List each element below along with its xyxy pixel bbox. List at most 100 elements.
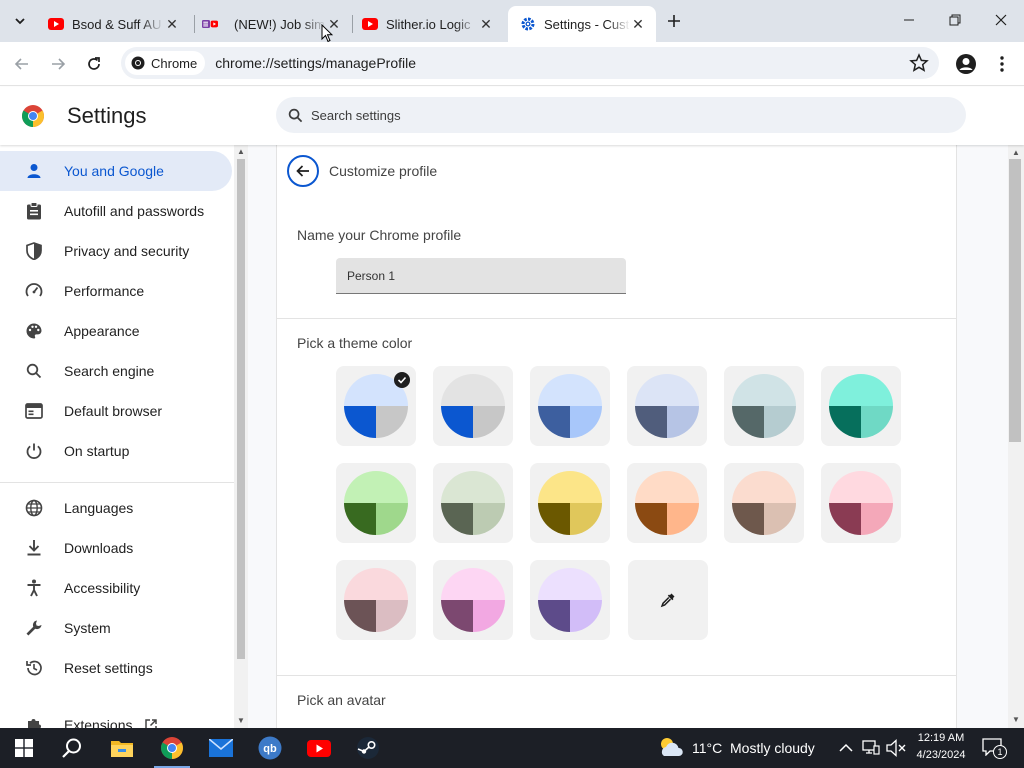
site-info-chip[interactable]: Chrome: [125, 51, 206, 75]
tab-bsod[interactable]: Bsod & Suff AU ✕: [36, 6, 190, 42]
sidebar-item-downloads[interactable]: Downloads: [0, 528, 232, 568]
folder-icon: [111, 741, 133, 757]
weather-condition[interactable]: Mostly cloudy: [730, 740, 815, 756]
theme-swatch-sage[interactable]: [433, 463, 513, 543]
person-icon: [24, 161, 44, 181]
sidebar-item-label: Default browser: [64, 403, 163, 419]
sidebar-item-default-browser[interactable]: Default browser: [0, 391, 232, 431]
sidebar-item-label: On startup: [64, 443, 130, 459]
theme-swatch-rose[interactable]: [821, 463, 901, 543]
theme-color-circle: [441, 374, 505, 438]
theme-swatch-yellow[interactable]: [530, 463, 610, 543]
globe-icon: [24, 498, 44, 518]
theme-swatch-slate[interactable]: [724, 366, 804, 446]
sidebar-item-label: Privacy and security: [64, 243, 190, 259]
clock-date[interactable]: 4/23/2024: [910, 749, 972, 761]
back-button[interactable]: [8, 50, 36, 78]
scroll-up-icon[interactable]: ▲: [237, 148, 245, 156]
taskbar-chrome[interactable]: [148, 728, 196, 768]
sidebar-item-appearance[interactable]: Appearance: [0, 311, 232, 351]
close-window-button[interactable]: [978, 0, 1024, 40]
taskbar-qbittorrent[interactable]: qb: [246, 728, 294, 768]
sidebar-item-label: Languages: [64, 500, 134, 516]
sidebar-item-autofill[interactable]: Autofill and passwords: [0, 191, 232, 231]
settings-title: Settings: [67, 103, 147, 128]
theme-color-circle: [538, 374, 602, 438]
chrome-icon: [161, 737, 183, 759]
taskbar-youtube[interactable]: [295, 728, 343, 768]
chevron-up-icon[interactable]: [839, 743, 853, 753]
address-bar[interactable]: Chrome chrome://settings/manageProfile: [121, 47, 939, 79]
sidebar-item-on-startup[interactable]: On startup: [0, 431, 232, 471]
browser-menu-button[interactable]: [990, 50, 1014, 78]
close-icon[interactable]: ✕: [630, 16, 646, 32]
volume-muted-icon[interactable]: [886, 739, 906, 757]
tab-title: Settings - Customize profile: [544, 16, 630, 32]
theme-swatch-lavender[interactable]: [530, 560, 610, 640]
taskbar-file-explorer[interactable]: [98, 728, 146, 768]
clock-time[interactable]: 12:19 AM: [910, 732, 972, 744]
tab-search-button[interactable]: [8, 9, 32, 33]
start-button[interactable]: [0, 728, 48, 768]
sidebar-item-system[interactable]: System: [0, 608, 232, 648]
theme-color-circle: [538, 568, 602, 632]
tab-settings[interactable]: Settings - Customize profile ✕: [508, 6, 656, 42]
theme-swatch-pink[interactable]: [433, 560, 513, 640]
custom-color-button[interactable]: [628, 560, 708, 640]
theme-swatch-grey[interactable]: [433, 366, 513, 446]
settings-search[interactable]: [276, 97, 966, 133]
sidebar-item-accessibility[interactable]: Accessibility: [0, 568, 232, 608]
sidebar-scrollbar[interactable]: ▲ ▼: [234, 145, 248, 728]
tab-slither[interactable]: Slither.io Logic ✕: [350, 6, 504, 42]
search-icon: [62, 738, 81, 758]
network-icon[interactable]: [862, 740, 880, 756]
sidebar-item-search-engine[interactable]: Search engine: [0, 351, 232, 391]
close-icon[interactable]: ✕: [164, 16, 180, 32]
scroll-up-icon[interactable]: ▲: [1012, 149, 1020, 157]
theme-swatch-tan[interactable]: [724, 463, 804, 543]
weather-temp[interactable]: 11°C: [692, 740, 722, 756]
sidebar-item-privacy[interactable]: Privacy and security: [0, 231, 232, 271]
sidebar-item-languages[interactable]: Languages: [0, 488, 232, 528]
sidebar-item-you-and-google[interactable]: You and Google: [0, 151, 232, 191]
notification-center-button[interactable]: 1: [982, 738, 1007, 759]
taskbar-search-button[interactable]: [48, 728, 96, 768]
theme-swatch-aqua[interactable]: [821, 366, 901, 446]
sidebar-item-extensions[interactable]: Extensions: [0, 705, 232, 728]
mail-icon: [209, 739, 233, 757]
theme-swatch-orange[interactable]: [627, 463, 707, 543]
theme-swatch-blue[interactable]: [530, 366, 610, 446]
main-scrollbar[interactable]: ▲ ▼: [1008, 145, 1024, 728]
new-tab-button[interactable]: [662, 9, 686, 33]
minimize-button[interactable]: [886, 0, 932, 40]
close-icon[interactable]: ✕: [478, 16, 494, 32]
power-icon: [24, 441, 44, 461]
sidebar-item-performance[interactable]: Performance: [0, 271, 232, 311]
sidebar-scroll-thumb[interactable]: [237, 159, 245, 659]
scroll-down-icon[interactable]: ▼: [1012, 716, 1020, 724]
forward-button[interactable]: [44, 50, 72, 78]
profile-button[interactable]: [952, 50, 980, 78]
back-button[interactable]: [287, 155, 319, 187]
bookmark-star-icon[interactable]: [909, 53, 929, 73]
theme-color-circle: [829, 374, 893, 438]
taskbar-steam[interactable]: [344, 728, 392, 768]
sidebar-item-reset-settings[interactable]: Reset settings: [0, 648, 232, 688]
main-scroll-thumb[interactable]: [1009, 159, 1021, 442]
theme-swatch-green[interactable]: [336, 463, 416, 543]
scroll-down-icon[interactable]: ▼: [237, 717, 245, 725]
taskbar-mail[interactable]: [197, 728, 245, 768]
avatar-section-label: Pick an avatar: [297, 692, 386, 708]
theme-swatch-navy[interactable]: [627, 366, 707, 446]
sidebar-item-label: Extensions: [64, 717, 133, 728]
more-vert-icon: [1000, 56, 1004, 72]
youtube-icon: [307, 739, 331, 757]
restore-button[interactable]: [932, 0, 978, 40]
profile-name-field[interactable]: Person 1: [336, 258, 626, 294]
theme-swatch-blush[interactable]: [336, 560, 416, 640]
gear-icon: [520, 16, 536, 32]
search-settings-input[interactable]: [311, 107, 911, 123]
theme-swatch-default[interactable]: [336, 366, 416, 446]
reload-button[interactable]: [80, 50, 108, 78]
settings-content: You and Google Autofill and passwords Pr…: [0, 145, 1024, 728]
